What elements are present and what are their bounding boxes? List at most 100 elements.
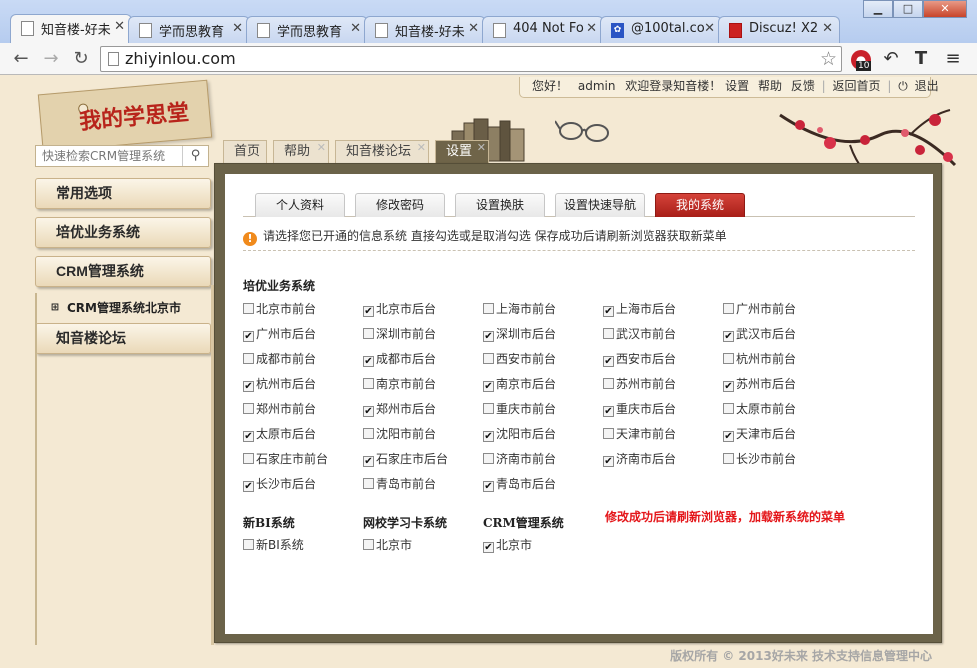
checkbox-option[interactable]: ✔ 青岛市后台 (483, 477, 556, 492)
bookmark-star-icon[interactable]: ☆ (820, 47, 837, 71)
expand-plus-icon[interactable]: ⊞ (50, 303, 60, 313)
subtab-password[interactable]: 修改密码 (355, 193, 445, 217)
minimize-icon[interactable]: ▁ (863, 0, 893, 18)
checkbox-box[interactable] (723, 303, 734, 314)
checkbox-box[interactable] (723, 353, 734, 364)
browser-tab-7[interactable]: Discuz! X2 ✕ (718, 16, 840, 43)
sidebar-item-forum[interactable]: 知音楼论坛 (35, 323, 211, 354)
checkbox-box[interactable] (483, 303, 494, 314)
home-link[interactable]: 返回首页 (833, 79, 881, 93)
checkbox-option[interactable]: ✔ 重庆市后台 (603, 402, 676, 417)
checkbox-option[interactable]: 杭州市前台 (723, 352, 796, 366)
checkbox-box[interactable]: ✔ (243, 431, 254, 442)
menu-icon[interactable]: ≡ (940, 47, 966, 71)
checkbox-option[interactable]: ✔ 西安市后台 (603, 352, 676, 367)
feedback-link[interactable]: 反馈 (791, 79, 815, 93)
logo[interactable]: 我的学思堂 (37, 79, 213, 153)
subtab-quicknav[interactable]: 设置快速导航 (555, 193, 645, 217)
browser-tab-4[interactable]: 知音楼-好未 ✕ (364, 16, 486, 43)
checkbox-option[interactable]: ✔ 郑州市后台 (363, 402, 436, 417)
checkbox-box[interactable]: ✔ (483, 381, 494, 392)
checkbox-box[interactable] (363, 539, 374, 550)
checkbox-option[interactable]: ✔ 北京市后台 (363, 302, 436, 317)
checkbox-box[interactable]: ✔ (603, 356, 614, 367)
close-icon[interactable]: ✕ (477, 137, 486, 159)
checkbox-box[interactable] (363, 478, 374, 489)
close-icon[interactable]: ✕ (114, 19, 125, 34)
checkbox-box[interactable] (363, 378, 374, 389)
checkbox-option[interactable]: 沈阳市前台 (363, 427, 436, 441)
subtab-profile[interactable]: 个人资料 (255, 193, 345, 217)
checkbox-option[interactable]: 济南市前台 (483, 452, 556, 466)
checkbox-card-beijing[interactable]: 北京市 (363, 538, 412, 552)
checkbox-box[interactable] (483, 353, 494, 364)
checkbox-option[interactable]: 南京市前台 (363, 377, 436, 391)
browser-tab-5[interactable]: 404 Not Fo ✕ (482, 16, 604, 43)
sidebar-item-common[interactable]: 常用选项 (35, 178, 211, 209)
checkbox-option[interactable]: ✔ 上海市后台 (603, 302, 676, 317)
checkbox-box[interactable] (483, 453, 494, 464)
checkbox-box[interactable]: ✔ (723, 381, 734, 392)
text-tool-icon[interactable]: T (908, 47, 934, 71)
checkbox-box[interactable] (723, 453, 734, 464)
sidebar-item-peiyou[interactable]: 培优业务系统 (35, 217, 211, 248)
browser-tab-6[interactable]: ✿ @100tal.co ✕ (600, 16, 722, 43)
checkbox-option[interactable]: 西安市前台 (483, 352, 556, 366)
checkbox-new-bi[interactable]: 新BI系统 (243, 538, 304, 552)
checkbox-box[interactable] (723, 403, 734, 414)
checkbox-option[interactable]: 苏州市前台 (603, 377, 676, 391)
checkbox-box[interactable] (603, 378, 614, 389)
checkbox-box[interactable]: ✔ (363, 406, 374, 417)
checkbox-box[interactable]: ✔ (363, 306, 374, 317)
checkbox-box[interactable] (243, 453, 254, 464)
browser-tab-1[interactable]: 知音楼-好未 ✕ (10, 14, 132, 43)
tab-forum[interactable]: 知音楼论坛 ✕ (335, 140, 429, 164)
extension-icon[interactable]: ● 10 (848, 47, 874, 71)
checkbox-option[interactable]: ✔ 天津市后台 (723, 427, 796, 442)
sidebar-item-crm[interactable]: CRM管理系统 (35, 256, 211, 287)
address-bar[interactable]: zhiyinlou.com ☆ (100, 46, 842, 72)
search-input[interactable]: 快速检索CRM管理系统 ⚲ (35, 145, 209, 167)
checkbox-box[interactable] (243, 539, 254, 550)
checkbox-box[interactable]: ✔ (243, 331, 254, 342)
reload-icon[interactable]: ↻ (68, 46, 94, 72)
close-icon[interactable]: ✕ (232, 21, 243, 36)
close-icon[interactable]: ✕ (822, 21, 833, 36)
checkbox-box[interactable]: ✔ (363, 356, 374, 367)
browser-tab-2[interactable]: 学而思教育 ✕ (128, 16, 250, 43)
checkbox-option[interactable]: ✔ 广州市后台 (243, 327, 316, 342)
sidebar-subitem-crm-beijing[interactable]: ⊞ CRM管理系统北京市 (35, 295, 211, 321)
checkbox-box[interactable] (243, 403, 254, 414)
checkbox-box[interactable]: ✔ (483, 331, 494, 342)
checkbox-option[interactable]: ✔ 杭州市后台 (243, 377, 316, 392)
share-icon[interactable]: ↶ (878, 47, 904, 71)
logout-link[interactable]: 退出 (915, 79, 939, 93)
checkbox-option[interactable]: 郑州市前台 (243, 402, 316, 416)
checkbox-box[interactable] (243, 303, 254, 314)
checkbox-option[interactable]: ✔ 成都市后台 (363, 352, 436, 367)
checkbox-box[interactable] (243, 353, 254, 364)
close-icon[interactable]: ✕ (586, 21, 597, 36)
checkbox-box[interactable]: ✔ (603, 456, 614, 467)
checkbox-box[interactable]: ✔ (243, 481, 254, 492)
checkbox-box[interactable]: ✔ (243, 381, 254, 392)
browser-tab-3[interactable]: 学而思教育 ✕ (246, 16, 368, 43)
close-icon[interactable]: ✕ (704, 21, 715, 36)
checkbox-option[interactable]: ✔ 苏州市后台 (723, 377, 796, 392)
checkbox-option[interactable]: ✔ 石家庄市后台 (363, 452, 448, 467)
checkbox-box[interactable] (603, 428, 614, 439)
checkbox-option[interactable]: 成都市前台 (243, 352, 316, 366)
checkbox-option[interactable]: 深圳市前台 (363, 327, 436, 341)
checkbox-option[interactable]: 太原市前台 (723, 402, 796, 416)
close-icon[interactable]: ✕ (417, 137, 426, 159)
forward-icon[interactable]: → (38, 46, 64, 72)
checkbox-crm-beijing[interactable]: ✔ 北京市 (483, 538, 532, 553)
checkbox-box[interactable] (483, 403, 494, 414)
settings-link[interactable]: 设置 (725, 79, 749, 93)
checkbox-option[interactable]: 石家庄市前台 (243, 452, 328, 466)
tab-home[interactable]: 首页 (223, 140, 267, 164)
checkbox-option[interactable]: 北京市前台 (243, 302, 316, 316)
checkbox-option[interactable]: ✔ 深圳市后台 (483, 327, 556, 342)
help-link[interactable]: 帮助 (758, 79, 782, 93)
subtab-my-systems[interactable]: 我的系统 (655, 193, 745, 217)
